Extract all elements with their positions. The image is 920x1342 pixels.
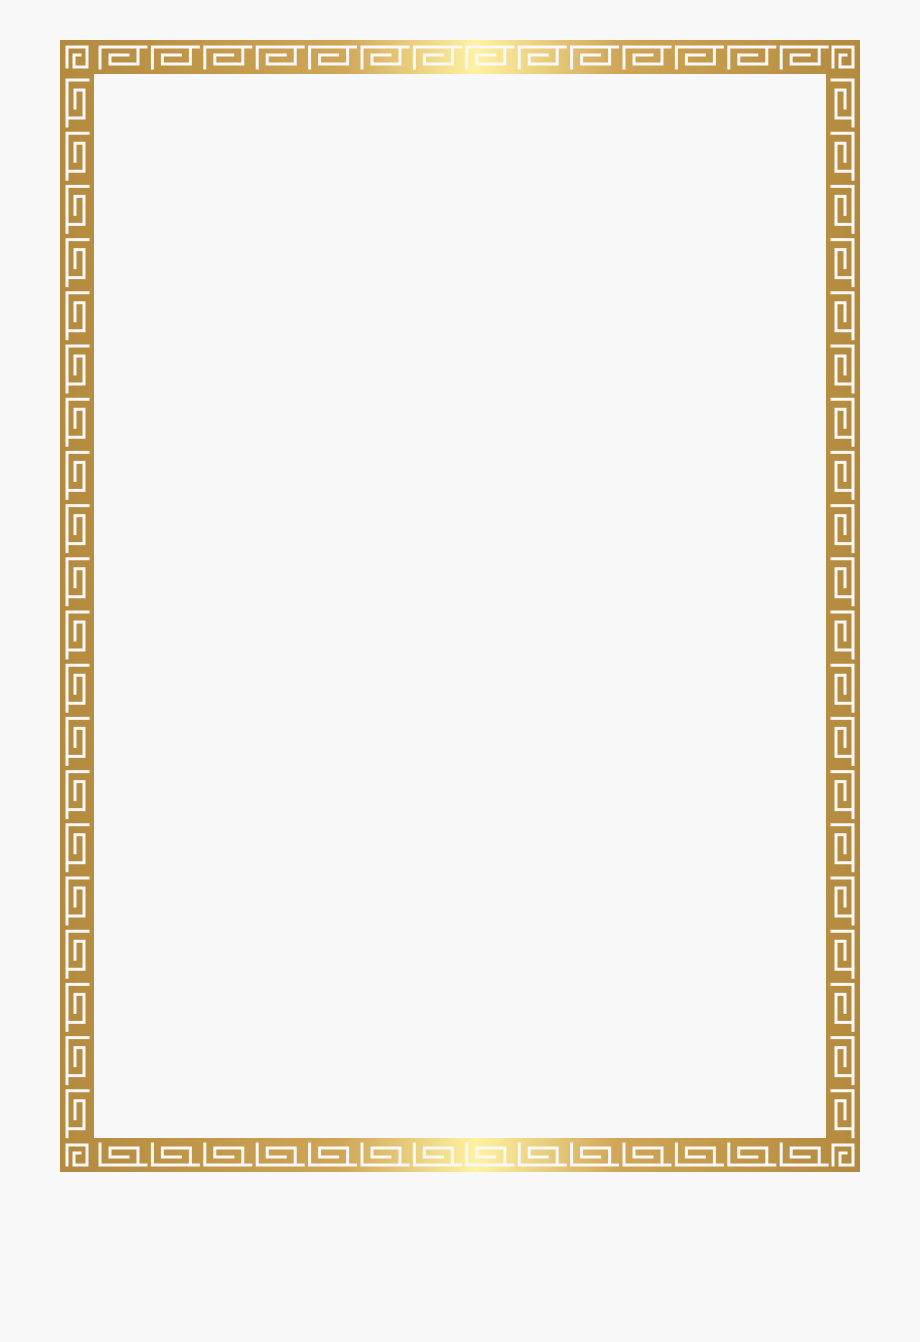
- greek-key-frame: [60, 40, 860, 1172]
- canvas: [0, 0, 920, 1342]
- frame-interior: [94, 74, 826, 1138]
- frame-band: [60, 40, 860, 1172]
